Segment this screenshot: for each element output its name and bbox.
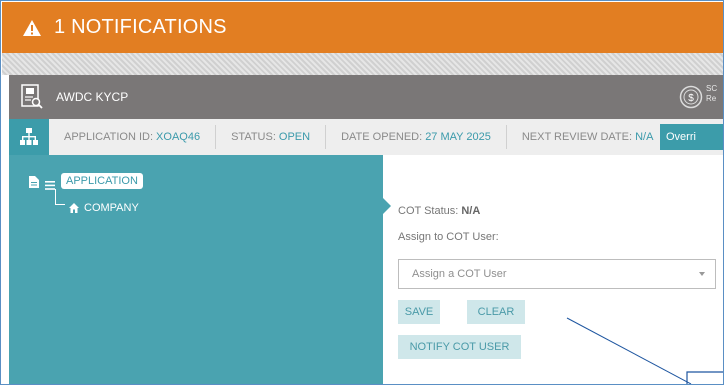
- document-search-icon[interactable]: [20, 84, 44, 110]
- header-right-line1: SC: [706, 84, 718, 93]
- notify-cot-user-button[interactable]: NOTIFY COT USER: [398, 335, 521, 359]
- panel-pointer: [383, 198, 391, 214]
- texture-strip: [2, 53, 723, 75]
- caret-down-icon: [699, 272, 705, 276]
- clear-button[interactable]: CLEAR: [467, 300, 525, 324]
- tree-connector: [55, 189, 65, 205]
- home-icon: [69, 203, 79, 213]
- cot-status-value: N/A: [461, 205, 481, 217]
- save-button[interactable]: SAVE: [398, 300, 440, 324]
- date-opened-value: 27 MAY 2025: [425, 131, 491, 143]
- application-id-value[interactable]: XOAQ46: [156, 131, 200, 143]
- tree-panel: APPLICATION COMPANY: [9, 155, 383, 384]
- header-right-text: SC Re: [706, 84, 717, 104]
- info-bar: APPLICATION ID: XOAQ46 STATUS: OPEN DATE…: [9, 119, 723, 155]
- file-icon: [29, 175, 39, 188]
- application-id: APPLICATION ID: XOAQ46: [49, 125, 217, 149]
- date-opened: DATE OPENED: 27 MAY 2025: [326, 125, 507, 149]
- assign-cot-user-select[interactable]: Assign a COT User: [398, 259, 716, 289]
- status-value: OPEN: [278, 131, 311, 143]
- sitemap-icon[interactable]: [9, 119, 49, 155]
- notification-bar[interactable]: 1 NOTIFICATIONS: [2, 2, 723, 53]
- app-name: AWDC KYCP: [56, 90, 129, 104]
- select-placeholder: Assign a COT User: [412, 268, 507, 280]
- notification-title: 1 NOTIFICATIONS: [54, 16, 227, 38]
- status-label: STATUS:: [231, 131, 276, 143]
- assign-cot-user-label: Assign to COT User:: [398, 231, 499, 243]
- list-icon: [45, 177, 55, 190]
- cot-status: COT Status: N/A: [398, 205, 480, 217]
- cot-form: COT Status: N/A Assign to COT User: Assig…: [398, 155, 723, 384]
- next-review-value: N/A: [635, 131, 654, 143]
- app-header: AWDC KYCP $ SC Re: [9, 75, 723, 119]
- application-id-label: APPLICATION ID:: [64, 131, 154, 143]
- override-button[interactable]: Overri: [660, 124, 723, 150]
- warning-icon: [20, 18, 44, 38]
- date-opened-label: DATE OPENED:: [341, 131, 423, 143]
- tree-root-row: APPLICATION: [29, 173, 143, 190]
- svg-text:$: $: [688, 93, 694, 104]
- next-review-date: NEXT REVIEW DATE: N/A: [507, 125, 669, 149]
- tree-item-company[interactable]: COMPANY: [69, 202, 139, 214]
- header-right-line2: Re: [706, 94, 717, 103]
- tree-item-application[interactable]: APPLICATION: [61, 173, 143, 189]
- cot-status-label: COT Status:: [398, 205, 459, 217]
- tree-item-company-label: COMPANY: [84, 202, 139, 214]
- next-review-label: NEXT REVIEW DATE:: [521, 131, 633, 143]
- screenshot-frame: 1 NOTIFICATIONS AWDC KYCP $ SC Re APPLIC…: [0, 0, 724, 385]
- status: STATUS: OPEN: [216, 125, 327, 149]
- dollar-circle-icon[interactable]: $: [679, 85, 703, 109]
